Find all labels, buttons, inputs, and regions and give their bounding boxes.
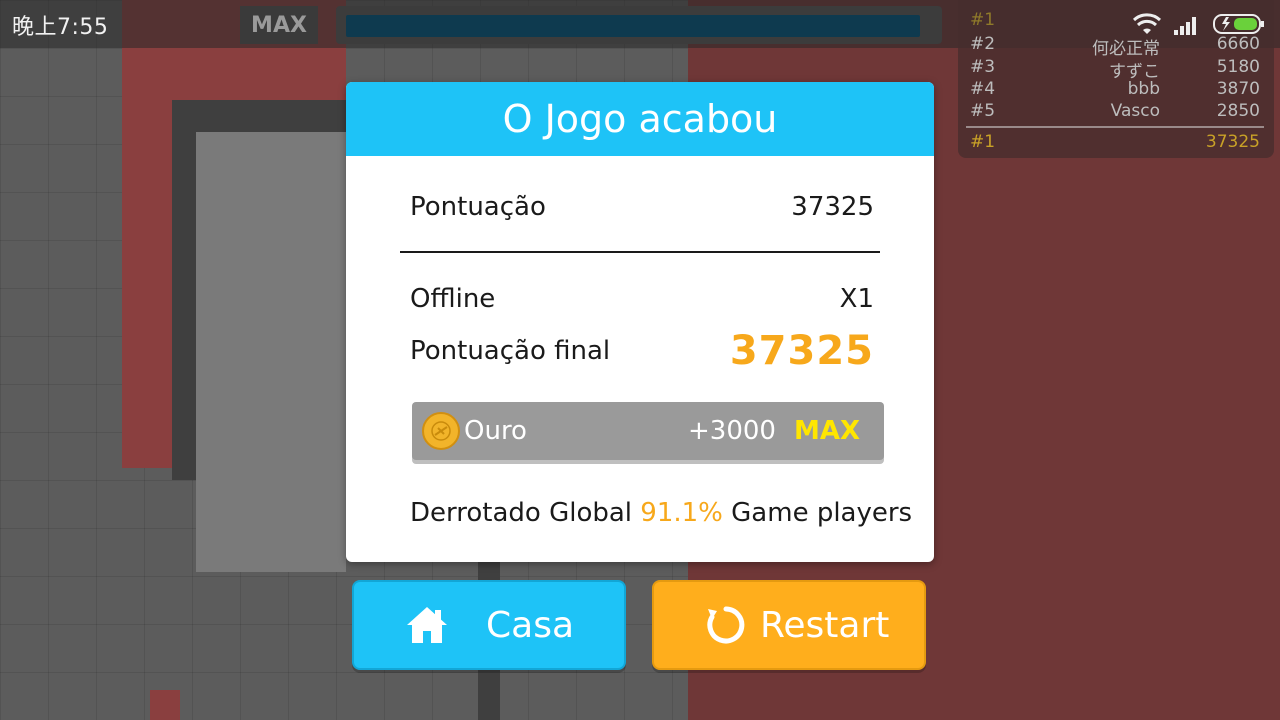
gold-max-badge: MAX (793, 416, 860, 446)
score-row: Pontuação 37325 (410, 192, 874, 222)
trail-bottom (150, 690, 180, 720)
final-score-label: Pontuação final (410, 336, 611, 366)
home-button-label: Casa (486, 604, 575, 646)
restart-button[interactable]: Restart (652, 580, 926, 670)
max-chip: MAX (240, 6, 318, 44)
trail-left (122, 0, 174, 468)
cell-signal-icon (1174, 17, 1196, 35)
leaderboard-rank: #1 (970, 10, 996, 30)
score-value: 37325 (791, 192, 874, 222)
wifi-icon (1132, 13, 1162, 34)
gold-amount: +3000 (688, 416, 776, 446)
gold-coin-icon (422, 412, 460, 450)
leaderboard-name: Vasco (1110, 101, 1160, 121)
defeat-suffix: Game players (722, 498, 913, 528)
leaderboard-rank: #2 (970, 34, 996, 54)
offline-row: Offline X1 (410, 284, 874, 314)
score-label: Pontuação (410, 192, 546, 222)
leaderboard-score: 3870 (1216, 79, 1260, 99)
leaderboard-self-rank: #1 (970, 132, 996, 152)
leaderboard-rank: #4 (970, 79, 996, 99)
offline-multiplier: X1 (839, 284, 874, 314)
restart-button-label: Restart (760, 604, 890, 646)
final-score-row: Pontuação final 37325 (410, 328, 874, 374)
trail-shadow-left (172, 130, 196, 480)
trail-mid (172, 52, 346, 100)
gold-reward-bar: Ouro +3000 MAX (412, 402, 884, 460)
gold-label: Ouro (464, 416, 527, 446)
leaderboard-name: bbb (1127, 79, 1160, 99)
leaderboard-rank: #3 (970, 57, 996, 77)
system-icons (1132, 10, 1266, 38)
clock: 晚上7:55 (12, 15, 109, 40)
leaderboard-row: #5 Vasco 2850 (970, 101, 1260, 123)
final-score-value: 37325 (729, 328, 874, 374)
dialog-header: O Jogo acabou (346, 82, 934, 156)
battery-icon (1213, 14, 1264, 34)
leaderboard-self-row: #1 37325 (970, 132, 1260, 154)
leaderboard-score: 5180 (1216, 57, 1260, 77)
score-divider (400, 251, 880, 253)
defeat-prefix: Derrotado Global (410, 498, 641, 528)
dialog-title: O Jogo acabou (502, 97, 778, 141)
home-button[interactable]: Casa (352, 580, 626, 670)
leaderboard-row: #3 すずこ 5180 (970, 57, 1260, 82)
size-progress-fill (346, 15, 920, 37)
game-over-dialog: O Jogo acabou Pontuação 37325 Offline X1… (346, 82, 934, 562)
leaderboard-score: 2850 (1216, 101, 1260, 121)
leaderboard-divider (966, 126, 1264, 128)
home-icon (404, 604, 450, 646)
leaderboard-rank: #5 (970, 101, 996, 121)
leaderboard-self-score: 37325 (1205, 132, 1260, 152)
defeat-percent: 91.1% (640, 498, 723, 528)
offline-label: Offline (410, 284, 496, 314)
defeat-stat: Derrotado Global 91.1% Game players (410, 498, 912, 528)
restart-icon (704, 603, 748, 647)
size-progress-bar (336, 6, 942, 44)
trail-shadow-top (172, 100, 346, 132)
leaderboard-row: #4 bbb 3870 (970, 79, 1260, 101)
inner-zone (196, 132, 346, 572)
